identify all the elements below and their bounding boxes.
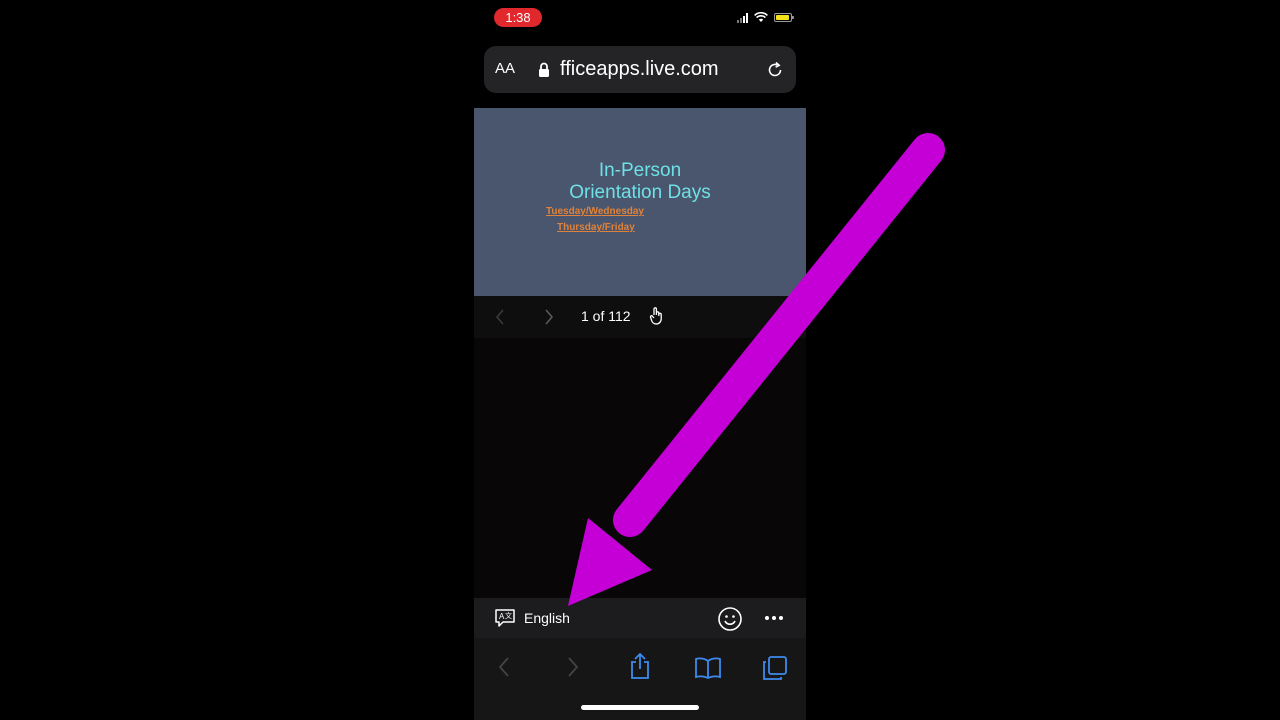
status-indicators	[737, 12, 794, 23]
smiley-feedback-icon[interactable]	[717, 606, 743, 632]
text-size-label: AA	[495, 60, 516, 77]
svg-text:文: 文	[505, 611, 512, 620]
forward-icon[interactable]	[565, 654, 581, 680]
slide-title-line-2: Orientation Days	[569, 182, 711, 203]
more-options-icon[interactable]	[764, 615, 784, 621]
slide-pager: 1 of 112	[474, 296, 806, 338]
translate-language[interactable]: English	[524, 610, 570, 626]
address-bar[interactable]: AA fficeapps.live.com	[484, 46, 796, 93]
text-size-button[interactable]: AA	[495, 60, 515, 77]
translate-icon[interactable]: A 文	[494, 608, 516, 628]
previous-slide-icon[interactable]	[494, 308, 506, 326]
presentation-slide[interactable]: In-Person Orientation Days Tuesday/Wedne…	[474, 108, 806, 296]
status-time: 1:38	[494, 8, 542, 27]
cellular-signal-icon	[737, 12, 748, 23]
slide-title-line-1: In-Person	[598, 160, 682, 181]
wifi-icon	[754, 12, 768, 22]
tabs-icon[interactable]	[762, 655, 788, 681]
bookmarks-icon[interactable]	[694, 656, 722, 680]
slide-link-thursday-friday[interactable]: Thursday/Friday	[557, 222, 635, 233]
phone-screen: 1:38 AA fficeapps.live.com In-Person Ori…	[474, 0, 806, 720]
url-text[interactable]: fficeapps.live.com	[560, 58, 750, 81]
touch-mode-icon[interactable]	[649, 306, 663, 326]
home-indicator[interactable]	[581, 705, 699, 710]
share-icon[interactable]	[628, 652, 652, 680]
document-viewer-empty-area	[474, 338, 806, 598]
next-slide-icon[interactable]	[543, 308, 555, 326]
translate-bar[interactable]: A 文 English	[474, 598, 806, 638]
lock-icon	[539, 62, 549, 77]
page-count: 1 of 112	[581, 308, 631, 324]
reload-icon[interactable]	[766, 61, 784, 79]
slide-title: In-Person Orientation Days	[474, 160, 806, 204]
slide-link-tuesday-wednesday[interactable]: Tuesday/Wednesday	[546, 206, 644, 217]
back-icon[interactable]	[496, 654, 512, 680]
battery-icon	[774, 13, 794, 22]
